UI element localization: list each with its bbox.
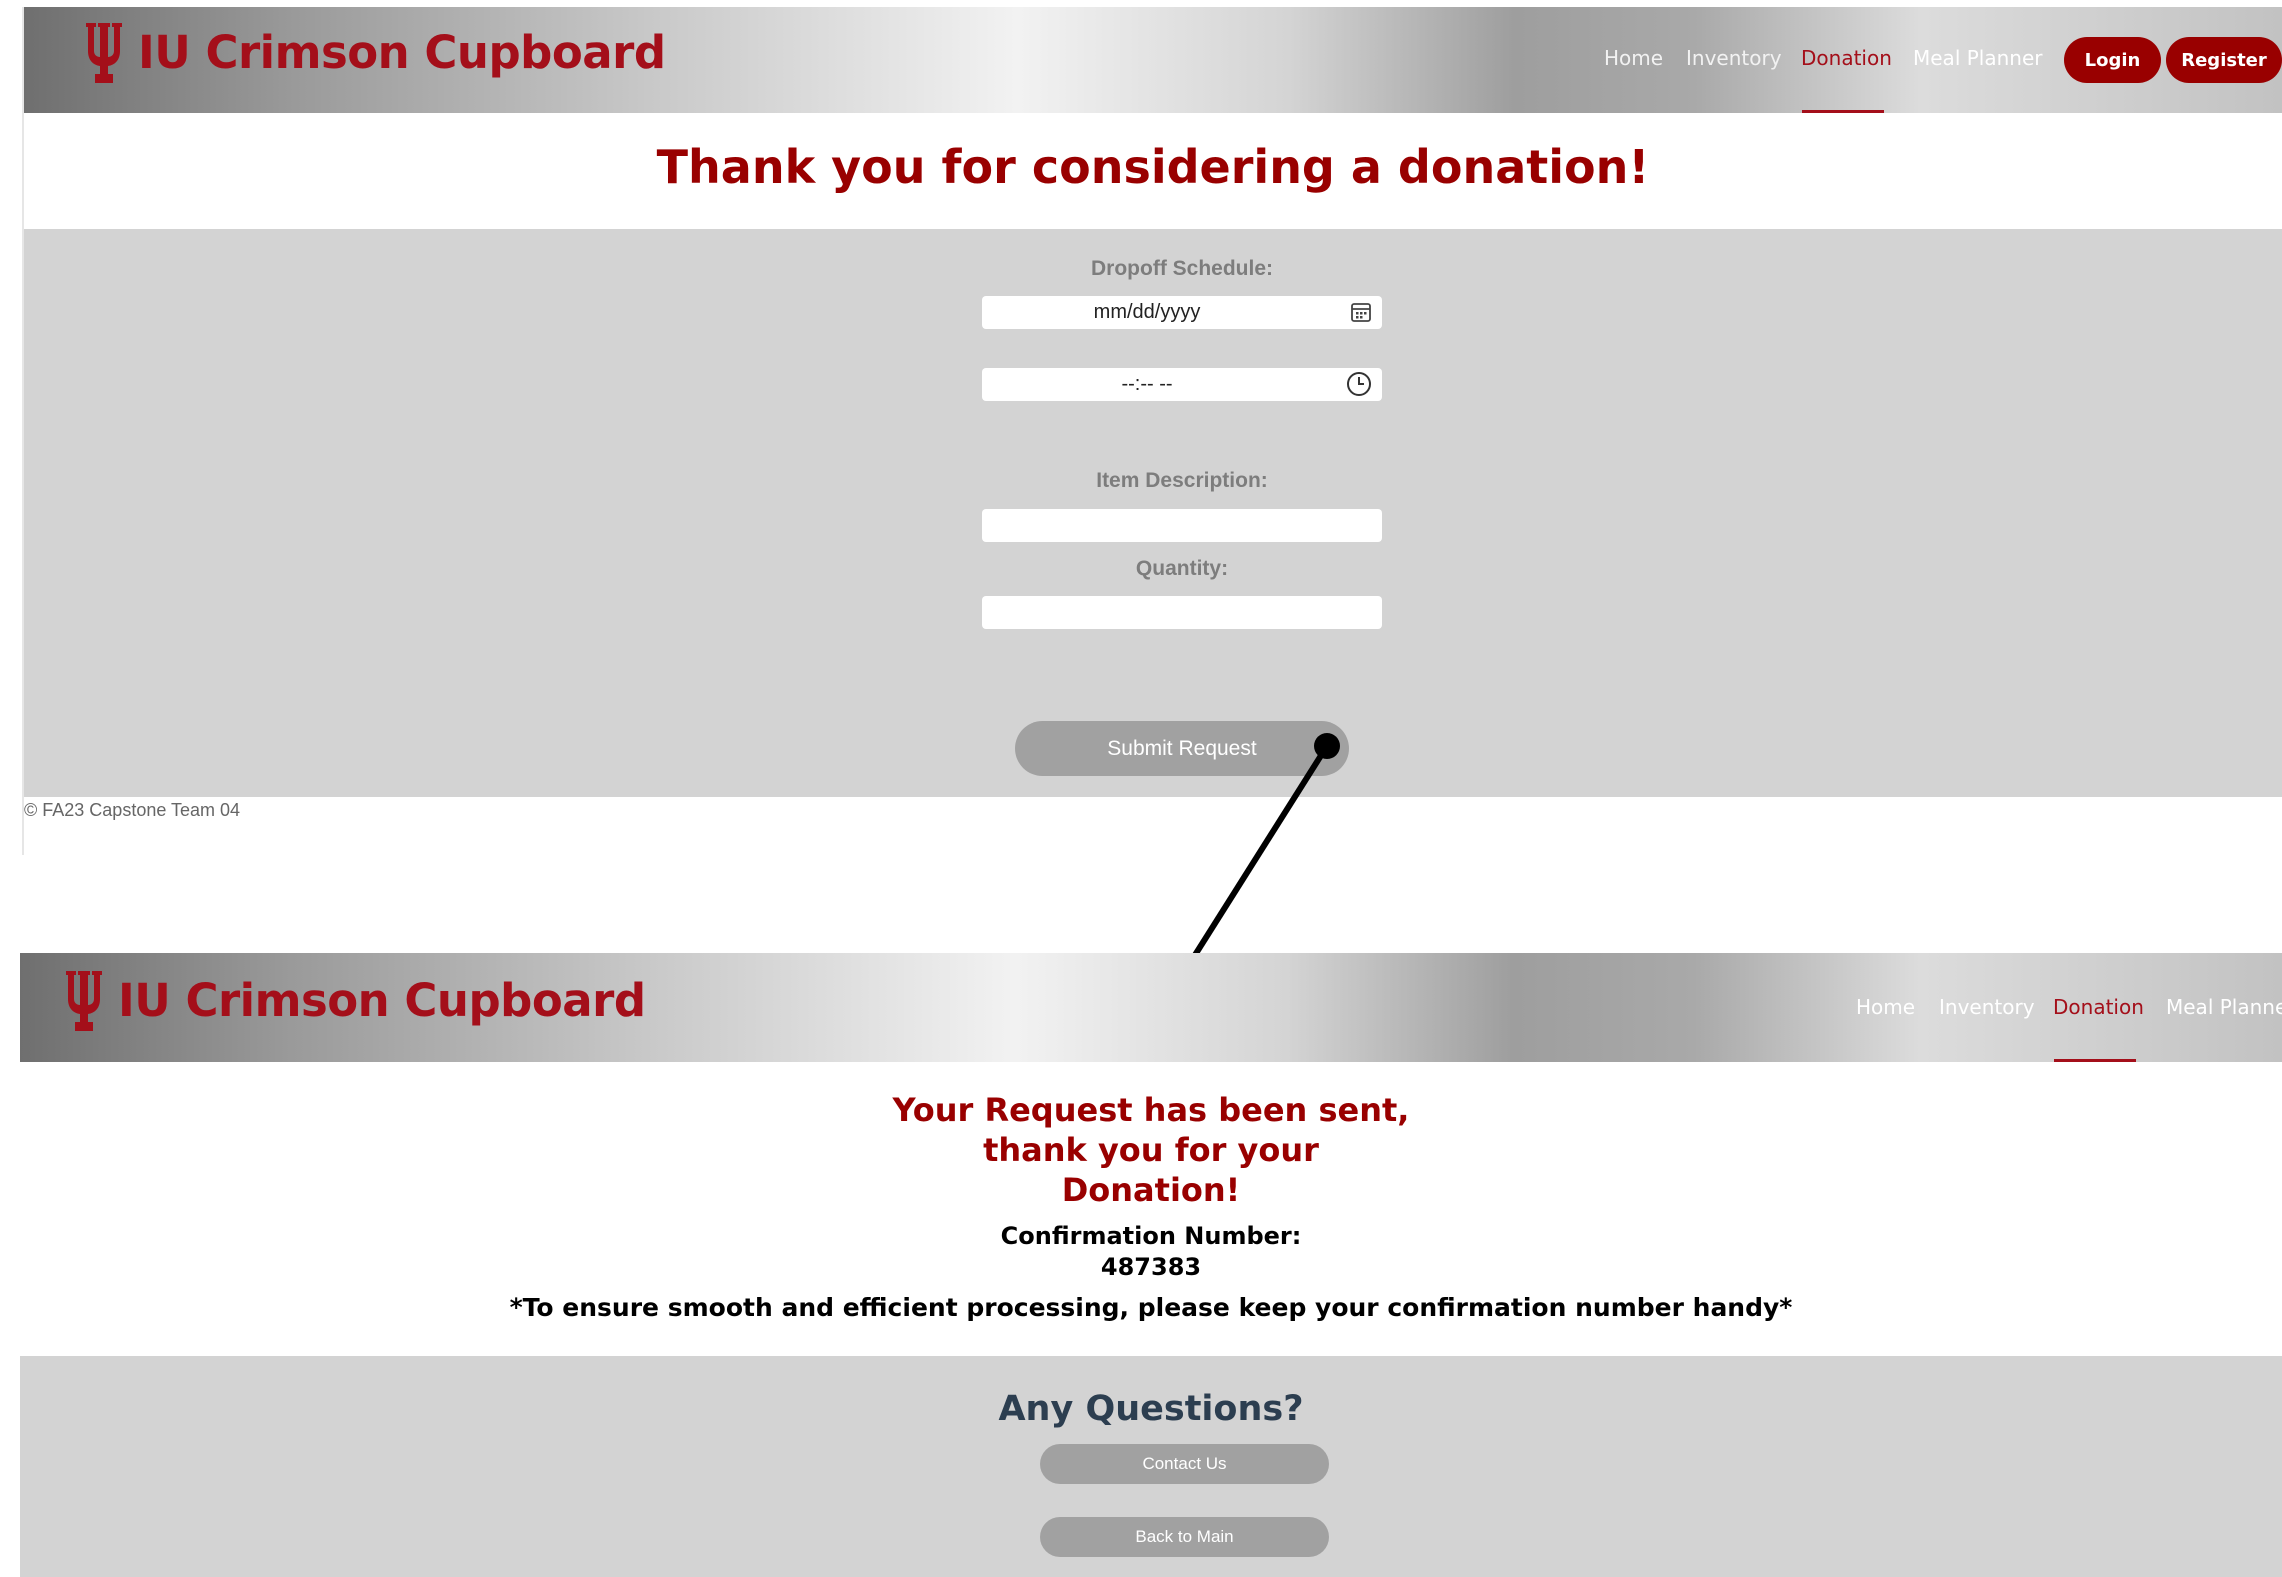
time-placeholder: --:-- -- xyxy=(1121,373,1173,395)
active-tab-indicator xyxy=(1802,110,1884,113)
nav-link-home[interactable]: Home xyxy=(1856,995,1915,1019)
nav-link-meal-planner[interactable]: Meal Planner xyxy=(1913,46,2042,70)
nav-link-inventory[interactable]: Inventory xyxy=(1686,46,1782,70)
brand-logo-link[interactable]: IU Crimson Cupboard xyxy=(64,967,646,1033)
copyright-text: © FA23 Capstone Team 04 xyxy=(24,800,241,820)
item-description-input[interactable] xyxy=(982,509,1382,542)
contact-us-button[interactable]: Contact Us xyxy=(1040,1444,1329,1484)
nav-link-home[interactable]: Home xyxy=(1604,46,1663,70)
questions-heading: Any Questions? xyxy=(998,1389,1304,1429)
quantity-label: Quantity: xyxy=(1135,557,1229,580)
confirmation-title-line: Donation! xyxy=(1061,1171,1241,1209)
brand-name: IU Crimson Cupboard xyxy=(138,25,666,79)
nav-link-donation[interactable]: Donation xyxy=(1801,46,1892,70)
dropoff-date-input[interactable]: mm/dd/yyyy xyxy=(982,296,1382,329)
back-to-main-button[interactable]: Back to Main xyxy=(1040,1517,1329,1557)
calendar-icon[interactable] xyxy=(1350,301,1372,323)
brand-name: IU Crimson Cupboard xyxy=(118,973,646,1027)
quantity-input[interactable] xyxy=(982,596,1382,629)
login-button[interactable]: Login xyxy=(2064,37,2161,83)
nav-link-inventory[interactable]: Inventory xyxy=(1939,995,2035,1019)
confirmation-number: 487383 xyxy=(1100,1253,1202,1281)
trident-icon xyxy=(66,971,102,1031)
confirmation-number-label: Confirmation Number: xyxy=(1000,1222,1302,1250)
register-button[interactable]: Register xyxy=(2166,37,2282,83)
confirmation-note: *To ensure smooth and efficient processi… xyxy=(509,1293,1793,1322)
brand-logo-link[interactable]: IU Crimson Cupboard xyxy=(84,21,666,83)
donation-heading: Thank you for considering a donation! xyxy=(656,140,1650,194)
nav-link-donation[interactable]: Donation xyxy=(2053,995,2144,1019)
navbar-bottom: IU Crimson Cupboard Home Inventory Donat… xyxy=(20,953,2282,1062)
active-tab-indicator xyxy=(2054,1059,2136,1062)
trident-icon xyxy=(86,23,122,83)
confirmation-title: Your Request has been sent, thank you fo… xyxy=(20,1090,2282,1210)
date-placeholder: mm/dd/yyyy xyxy=(1093,301,1201,323)
confirmation-title-line: Your Request has been sent, xyxy=(892,1091,1410,1129)
clock-icon[interactable] xyxy=(1346,371,1372,397)
nav-link-meal-planner[interactable]: Meal Planner xyxy=(2166,995,2282,1019)
dropoff-time-input[interactable]: --:-- -- xyxy=(982,368,1382,401)
item-description-label: Item Description: xyxy=(1096,469,1268,492)
navbar-top: IU Crimson Cupboard Home Inventory Donat… xyxy=(24,7,2282,113)
dropoff-schedule-label: Dropoff Schedule: xyxy=(1091,257,1273,280)
confirmation-title-line: thank you for your xyxy=(983,1131,1319,1169)
submit-request-button[interactable]: Submit Request xyxy=(1015,721,1349,776)
